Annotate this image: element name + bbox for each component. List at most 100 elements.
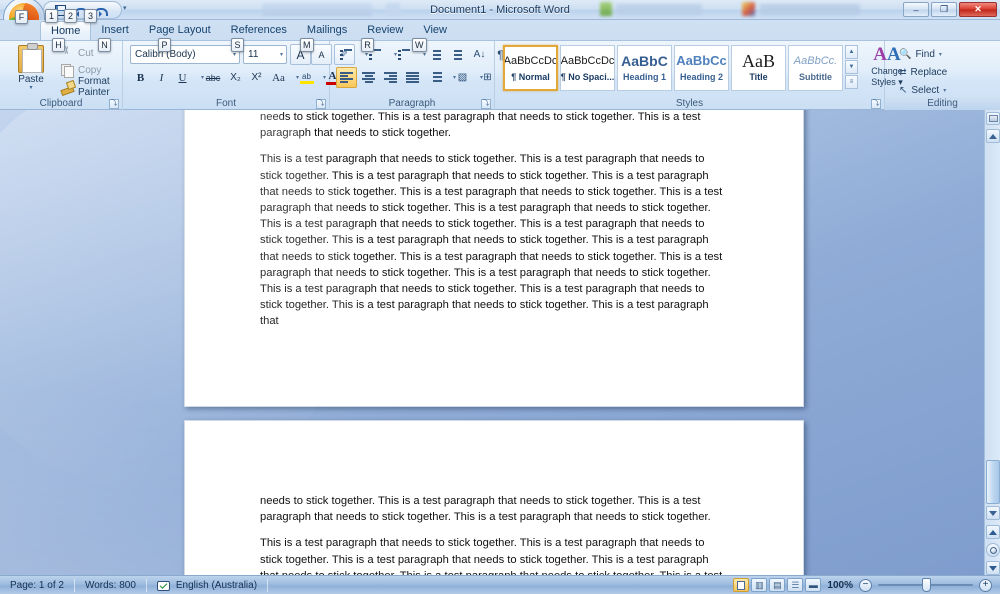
find-label: Find xyxy=(915,49,935,60)
clipboard-dialog-launcher[interactable]: ⤵ xyxy=(109,99,119,109)
paste-button[interactable]: Paste ▾ xyxy=(8,43,54,95)
view-ruler-button[interactable] xyxy=(986,112,1000,125)
view-print-layout-button[interactable] xyxy=(733,578,750,592)
page-indicator[interactable]: Page: 1 of 2 xyxy=(0,576,74,594)
font-size-combobox[interactable]: 11 ▾ xyxy=(243,45,287,64)
scroll-down-button[interactable] xyxy=(986,506,1000,520)
style-title[interactable]: AaB Title xyxy=(731,45,786,91)
italic-label: I xyxy=(159,71,164,84)
styles-scroll-up-button[interactable]: ▲ xyxy=(845,45,858,59)
proofing-status[interactable]: English (Australia) xyxy=(147,576,267,594)
zoom-level-label[interactable]: 100% xyxy=(827,580,853,591)
ribbon-group-styles: AaBbCcDc ¶ Normal AaBbCcDc ¶ No Spaci...… xyxy=(495,41,903,110)
zoom-in-button[interactable]: + xyxy=(979,578,992,592)
decrease-indent-button[interactable] xyxy=(425,44,446,65)
styles-more-button[interactable]: ≡ xyxy=(845,75,858,89)
scrollbar-thumb[interactable] xyxy=(986,460,1000,504)
select-label: Select xyxy=(911,85,940,96)
font-name-combobox[interactable]: Calibri (Body) ▾ xyxy=(130,45,240,64)
align-center-icon xyxy=(362,72,375,83)
find-button[interactable]: 🔍 Find ▾ xyxy=(899,46,942,63)
style-heading-2[interactable]: AaBbCc Heading 2 xyxy=(674,45,729,91)
zoom-slider-track[interactable] xyxy=(878,578,973,592)
close-button[interactable]: ✕ xyxy=(959,2,997,17)
style-subtitle[interactable]: AaBbCc. Subtitle xyxy=(788,45,843,91)
underline-label: U xyxy=(178,71,187,84)
superscript-button[interactable]: X² xyxy=(246,67,267,88)
clipboard-group-label: Clipboard xyxy=(39,98,83,109)
paragraph-dialog-launcher[interactable]: ⤵ xyxy=(481,99,491,109)
word-count[interactable]: Words: 800 xyxy=(75,576,146,594)
style-no-spacing[interactable]: AaBbCcDc ¶ No Spaci... xyxy=(560,45,615,91)
page-2-text: needs to stick together. This is a test … xyxy=(260,493,728,575)
bullets-button[interactable] xyxy=(336,44,357,65)
bg-tab-3 xyxy=(760,4,860,15)
keytip-tab-review: R xyxy=(361,38,374,52)
full-screen-reading-icon: ▥ xyxy=(755,579,764,590)
align-right-icon xyxy=(384,72,397,83)
style-sample: AaBbCc xyxy=(676,52,727,68)
keytip-tab-insert: N xyxy=(98,38,111,52)
shading-icon: ▧ xyxy=(457,72,468,83)
paste-label: Paste xyxy=(18,74,44,85)
align-left-icon xyxy=(340,72,353,83)
document-workspace[interactable]: needs to stick together. This is a test … xyxy=(0,110,1000,575)
shrink-font-button[interactable]: A xyxy=(311,44,332,65)
zoom-out-button[interactable]: − xyxy=(859,578,872,592)
view-buttons: ▥ ▤ ☰ ▬ xyxy=(733,578,822,592)
strikethrough-label: abc xyxy=(205,72,221,83)
paste-dropdown-arrow[interactable]: ▾ xyxy=(29,85,32,91)
font-dialog-launcher[interactable]: ⤵ xyxy=(316,99,326,109)
view-draft-button[interactable]: ▬ xyxy=(805,578,822,592)
document-page-1[interactable]: needs to stick together. This is a test … xyxy=(184,110,804,407)
cut-button[interactable]: Cut xyxy=(60,45,94,61)
zoom-slider-thumb[interactable] xyxy=(922,578,931,592)
keytip-tab-view: W xyxy=(412,38,427,52)
italic-button[interactable]: I xyxy=(151,67,172,88)
style-heading-1[interactable]: AaBbC Heading 1 xyxy=(617,45,672,91)
bold-button[interactable]: B xyxy=(130,67,151,88)
highlight-color-swatch xyxy=(299,80,314,84)
customize-quick-access-toolbar-button[interactable]: ▾ xyxy=(123,4,127,12)
select-browse-object-button[interactable] xyxy=(986,543,1000,557)
document-page-2[interactable]: needs to stick together. This is a test … xyxy=(184,420,804,575)
align-right-button[interactable] xyxy=(380,67,401,88)
sort-button[interactable]: A↓ xyxy=(469,44,490,65)
strikethrough-button[interactable]: abc xyxy=(202,67,224,88)
underline-button[interactable]: U xyxy=(172,67,193,88)
styles-dialog-launcher[interactable]: ⤵ xyxy=(871,99,881,109)
paste-icon xyxy=(18,43,44,73)
view-outline-button[interactable]: ☰ xyxy=(787,578,804,592)
paragraph: This is a test paragraph that needs to s… xyxy=(260,153,723,328)
style-name: Title xyxy=(749,71,768,82)
previous-page-button[interactable] xyxy=(986,525,1000,539)
keytip-tab-home: H xyxy=(52,38,65,52)
print-layout-icon xyxy=(737,580,746,590)
title-bar: Document1 - Microsoft Word – ❐ ✕ xyxy=(0,0,1000,20)
view-web-layout-button[interactable]: ▤ xyxy=(769,578,786,592)
minimize-button[interactable]: – xyxy=(903,2,929,17)
view-full-screen-reading-button[interactable]: ▥ xyxy=(751,578,768,592)
style-sample: AaBbCc. xyxy=(793,54,838,67)
align-left-button[interactable] xyxy=(336,67,357,88)
align-center-button[interactable] xyxy=(358,67,379,88)
styles-scroll-down-button[interactable]: ▼ xyxy=(845,60,858,74)
page-indicator-label: Page: 1 of 2 xyxy=(10,579,64,591)
format-painter-button[interactable]: Format Painter xyxy=(60,76,122,98)
next-page-button[interactable] xyxy=(986,561,1000,575)
increase-indent-button[interactable] xyxy=(446,44,467,65)
subscript-button[interactable]: X₂ xyxy=(225,67,246,88)
restore-button[interactable]: ❐ xyxy=(931,2,957,17)
line-spacing-icon xyxy=(429,72,442,83)
bg-tab-1 xyxy=(262,3,372,16)
replace-button[interactable]: ⇄ Replace xyxy=(899,64,947,81)
style-normal[interactable]: AaBbCcDc ¶ Normal xyxy=(503,45,558,91)
scroll-up-button[interactable] xyxy=(986,129,1000,143)
word-count-label: Words: 800 xyxy=(84,579,136,591)
vertical-scrollbar[interactable] xyxy=(984,110,1000,575)
tab-home[interactable]: Home xyxy=(40,21,92,40)
justify-button[interactable] xyxy=(402,67,423,88)
tab-page-layout[interactable]: Page Layout xyxy=(139,21,221,40)
style-sample: AaBbCcDc xyxy=(503,54,558,67)
cut-label: Cut xyxy=(78,47,94,59)
